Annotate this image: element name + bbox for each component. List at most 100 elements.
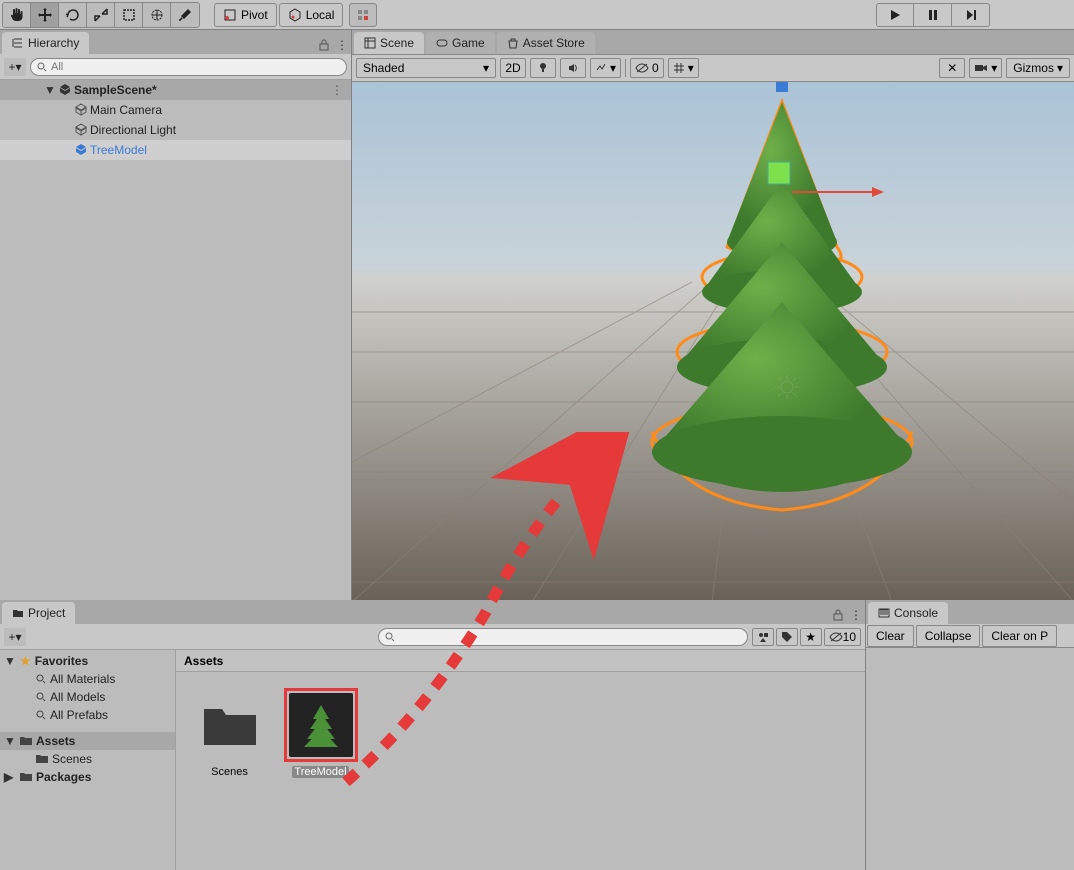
tab-game[interactable]: Game xyxy=(426,32,495,54)
transform-tools xyxy=(2,2,200,28)
expand-arrow-icon[interactable]: ▼ xyxy=(44,83,56,97)
hierarchy-search[interactable] xyxy=(30,58,347,76)
folder-icon xyxy=(12,607,24,619)
rect-tool[interactable] xyxy=(115,3,143,27)
eye-off-icon xyxy=(829,632,843,642)
scene-menu-icon[interactable]: ⋮ xyxy=(331,83,343,97)
hierarchy-icon xyxy=(12,37,24,49)
gameobject-icon xyxy=(74,123,88,137)
tab-hierarchy[interactable]: Hierarchy xyxy=(2,32,89,54)
folder-icon xyxy=(20,772,32,782)
light-icon xyxy=(537,62,549,74)
lock-icon[interactable] xyxy=(829,606,847,624)
audio-toggle[interactable] xyxy=(560,58,586,78)
pivot-icon xyxy=(223,8,237,22)
create-dropdown[interactable]: +▾ xyxy=(4,58,26,76)
tab-console[interactable]: Console xyxy=(868,602,948,624)
asset-label: Scenes xyxy=(211,766,248,778)
shading-mode-dropdown[interactable]: Shaded ▾ xyxy=(356,58,496,78)
search-icon xyxy=(36,710,46,720)
store-icon xyxy=(507,37,519,49)
shading-mode-label: Shaded xyxy=(363,61,404,75)
tree-thumb-icon xyxy=(296,700,346,750)
play-controls xyxy=(876,3,990,27)
project-search-input[interactable] xyxy=(399,631,741,643)
tab-project[interactable]: Project xyxy=(2,602,75,624)
save-search[interactable]: ★ xyxy=(800,628,822,646)
snap-button[interactable] xyxy=(349,3,377,27)
hierarchy-search-input[interactable] xyxy=(51,61,340,73)
scene-row[interactable]: ▼ SampleScene* ⋮ xyxy=(0,80,351,100)
grid-icon xyxy=(673,62,685,74)
favorite-item[interactable]: All Materials xyxy=(0,670,175,688)
favorite-item[interactable]: All Prefabs xyxy=(0,706,175,724)
console-clear-on-button[interactable]: Clear on P xyxy=(982,625,1057,647)
unity-icon xyxy=(58,83,72,97)
local-icon xyxy=(288,8,302,22)
pivot-button[interactable]: Pivot xyxy=(214,3,277,27)
step-button[interactable] xyxy=(952,3,990,27)
breadcrumb[interactable]: Assets xyxy=(176,650,865,672)
tab-asset-store[interactable]: Asset Store xyxy=(497,32,595,54)
gizmos-dropdown[interactable]: Gizmos ▾ xyxy=(1006,58,1070,78)
search-icon xyxy=(37,62,47,72)
hierarchy-item-label: Directional Light xyxy=(90,123,176,137)
tab-scene[interactable]: Scene xyxy=(354,32,424,54)
tab-menu-icon[interactable]: ⋮ xyxy=(847,606,865,624)
audio-icon xyxy=(567,62,579,74)
project-create-dropdown[interactable]: +▾ xyxy=(4,628,26,646)
gameobject-icon xyxy=(74,103,88,117)
asset-label: TreeModel xyxy=(292,766,348,778)
console-title: Console xyxy=(894,606,938,620)
prefab-icon xyxy=(74,143,88,157)
eye-off-icon xyxy=(635,63,649,73)
console-collapse-button[interactable]: Collapse xyxy=(916,625,981,647)
hierarchy-item[interactable]: Directional Light xyxy=(0,120,351,140)
2d-toggle[interactable]: 2D xyxy=(500,58,526,78)
rotate-tool[interactable] xyxy=(59,3,87,27)
favorite-item[interactable]: All Models xyxy=(0,688,175,706)
scene-viewport[interactable] xyxy=(352,82,1074,600)
tab-store-label: Asset Store xyxy=(523,36,585,50)
pause-button[interactable] xyxy=(914,3,952,27)
move-tool[interactable] xyxy=(31,3,59,27)
hierarchy-item-label: TreeModel xyxy=(90,143,147,157)
local-button[interactable]: Local xyxy=(279,3,344,27)
search-icon xyxy=(36,692,46,702)
console-clear-button[interactable]: Clear xyxy=(867,625,914,647)
folder-icon xyxy=(36,754,48,764)
custom-tool[interactable] xyxy=(171,3,199,27)
hierarchy-item-selected[interactable]: TreeModel xyxy=(0,140,351,160)
camera-settings[interactable]: ▾ xyxy=(969,58,1002,78)
hidden-packages[interactable]: 10 xyxy=(824,628,861,646)
favorites-header[interactable]: ▼★Favorites xyxy=(0,652,175,670)
lock-icon[interactable] xyxy=(315,36,333,54)
hand-tool[interactable] xyxy=(3,3,31,27)
combo-tool[interactable] xyxy=(143,3,171,27)
tab-menu-icon[interactable]: ⋮ xyxy=(333,36,351,54)
packages-header[interactable]: ▶Packages xyxy=(0,768,175,786)
play-button[interactable] xyxy=(876,3,914,27)
fx-toggle[interactable]: ▾ xyxy=(590,58,621,78)
fx-icon xyxy=(595,62,607,74)
project-title: Project xyxy=(28,606,65,620)
folder-item[interactable]: Scenes xyxy=(0,750,175,768)
filter-by-type[interactable] xyxy=(752,628,774,646)
tab-scene-label: Scene xyxy=(380,36,414,50)
tools-toggle[interactable]: ✕ xyxy=(939,58,965,78)
gizmo-y-handle xyxy=(768,162,790,184)
scene-name: SampleScene* xyxy=(74,83,157,97)
filter-by-label[interactable] xyxy=(776,628,798,646)
project-search[interactable] xyxy=(378,628,748,646)
hidden-objects[interactable]: 0 xyxy=(630,58,664,78)
console-icon xyxy=(878,607,890,619)
chevron-down-icon: ▾ xyxy=(483,61,489,75)
scale-tool[interactable] xyxy=(87,3,115,27)
asset-folder[interactable]: Scenes xyxy=(192,688,267,778)
hierarchy-item[interactable]: Main Camera xyxy=(0,100,351,120)
tab-game-label: Game xyxy=(452,36,485,50)
grid-toggle[interactable]: ▾ xyxy=(668,58,699,78)
assets-header[interactable]: ▼Assets xyxy=(0,732,175,750)
lighting-toggle[interactable] xyxy=(530,58,556,78)
asset-tree-model[interactable]: TreeModel xyxy=(283,688,358,778)
